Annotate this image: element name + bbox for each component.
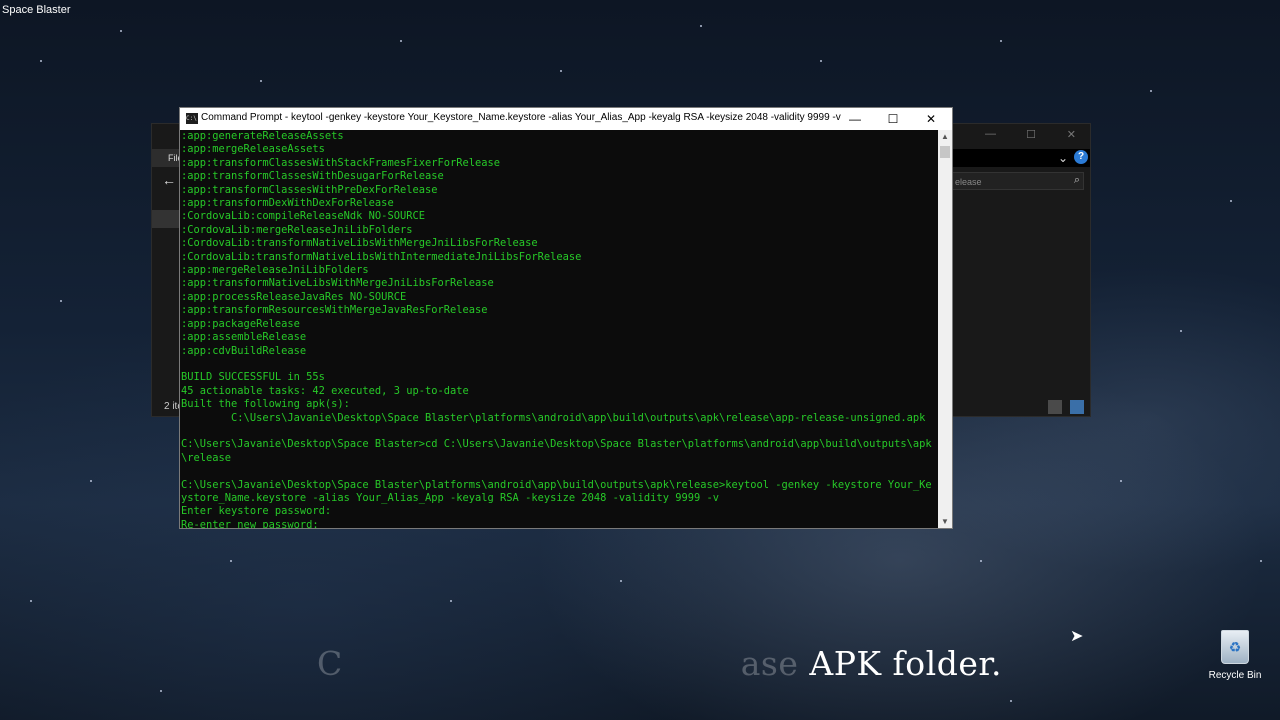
- vertical-scrollbar[interactable]: ▲ ▼: [938, 130, 952, 528]
- scrollbar-thumb[interactable]: [940, 146, 950, 158]
- console-line: :app:packageRelease: [181, 317, 300, 330]
- console-line: :CordovaLib:compileReleaseNdk NO-SOURCE: [181, 210, 425, 223]
- console-line: :app:transformClassesWithStackFramesFixe…: [181, 156, 501, 169]
- maximize-icon[interactable]: ☐: [1026, 128, 1036, 141]
- search-icon[interactable]: ⌕: [1074, 174, 1080, 187]
- minimize-button[interactable]: —: [836, 109, 874, 129]
- caption-faded-left: C: [317, 644, 343, 683]
- help-icon[interactable]: ?: [1074, 150, 1088, 164]
- file-tab[interactable]: File: [152, 149, 180, 167]
- recycle-bin-icon: [1221, 630, 1249, 664]
- large-icons-view-icon[interactable]: [1070, 400, 1084, 414]
- console-line: :app:transformDexWithDexForRelease: [181, 197, 394, 210]
- maximize-button[interactable]: ☐: [874, 109, 912, 129]
- search-input[interactable]: elease: [952, 172, 1084, 190]
- command-prompt-window[interactable]: C:\ Command Prompt - keytool -genkey -ke…: [179, 107, 953, 529]
- console-line: C:\Users\Javanie\Desktop\Space Blaster\p…: [181, 478, 932, 491]
- console-line: :app:processReleaseJavaRes NO-SOURCE: [181, 290, 407, 303]
- recycle-bin-label: Recycle Bin: [1208, 670, 1262, 681]
- chevron-down-icon[interactable]: ⌄: [1058, 151, 1068, 165]
- close-button[interactable]: ✕: [912, 109, 950, 129]
- cmd-app-icon: C:\: [186, 113, 198, 124]
- desktop-title: Space Blaster: [2, 4, 71, 16]
- console-line: Built the following apk(s):: [181, 398, 350, 411]
- console-line: :CordovaLib:transformNativeLibsWithMerge…: [181, 237, 538, 250]
- explorer-window-controls: — ☐ ✕: [955, 124, 1090, 146]
- console-line: :app:transformNativeLibsWithMergeJniLibs…: [181, 277, 494, 290]
- video-caption: Case APK folder.: [317, 644, 1002, 683]
- scroll-down-arrow-icon[interactable]: ▼: [938, 517, 952, 526]
- console-line: ystore_Name.keystore -alias Your_Alias_A…: [181, 491, 719, 504]
- nav-pane-selected-item[interactable]: [152, 210, 180, 228]
- console-line: :app:transformClassesWithPreDexForReleas…: [181, 183, 438, 196]
- console-line: :app:generateReleaseAssets: [181, 130, 344, 142]
- scroll-up-arrow-icon[interactable]: ▲: [938, 132, 952, 141]
- console-line: :app:transformResourcesWithMergeJavaResF…: [181, 304, 488, 317]
- console-line: C:\Users\Javanie\Desktop\Space Blaster>c…: [181, 438, 932, 451]
- console-line: :app:transformClassesWithDesugarForRelea…: [181, 170, 444, 183]
- console-line: :CordovaLib:mergeReleaseJniLibFolders: [181, 223, 413, 236]
- console-line: 45 actionable tasks: 42 executed, 3 up-t…: [181, 384, 469, 397]
- cmd-window-title: Command Prompt - keytool -genkey -keysto…: [201, 112, 841, 123]
- console-line: :app:mergeReleaseAssets: [181, 143, 325, 156]
- console-output[interactable]: :app:generateReleaseAssets:app:mergeRele…: [180, 130, 938, 528]
- console-line: :app:cdvBuildRelease: [181, 344, 307, 357]
- recycle-bin[interactable]: Recycle Bin: [1205, 630, 1265, 681]
- back-arrow-icon[interactable]: ←: [162, 172, 176, 188]
- minimize-icon[interactable]: —: [985, 128, 996, 140]
- caption-main: APK folder.: [798, 644, 1002, 683]
- close-icon[interactable]: ✕: [1067, 128, 1076, 141]
- cmd-title-bar[interactable]: C:\ Command Prompt - keytool -genkey -ke…: [180, 108, 952, 130]
- details-view-icon[interactable]: [1048, 400, 1062, 414]
- console-line: C:\Users\Javanie\Desktop\Space Blaster\p…: [181, 411, 926, 424]
- console-line: BUILD SUCCESSFUL in 55s: [181, 371, 325, 384]
- console-line: Enter keystore password:: [181, 505, 332, 518]
- console-line: :app:assembleRelease: [181, 331, 307, 344]
- console-line: :app:mergeReleaseJniLibFolders: [181, 264, 369, 277]
- console-line: \release: [181, 451, 232, 464]
- caption-faded-right: ase: [740, 644, 799, 683]
- console-line: Re-enter new password:: [181, 519, 938, 528]
- console-line: :CordovaLib:transformNativeLibsWithInter…: [181, 250, 582, 263]
- mouse-cursor-icon: ➤: [1070, 628, 1084, 645]
